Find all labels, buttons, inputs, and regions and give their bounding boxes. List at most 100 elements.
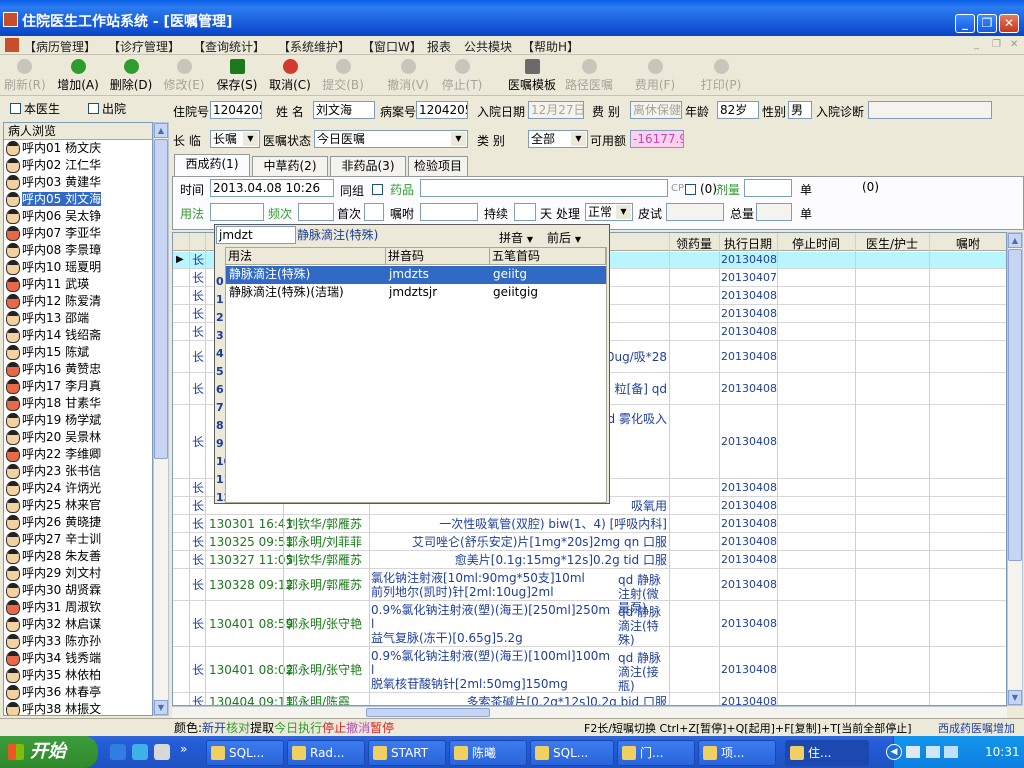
patient-list-item[interactable]: 呼内19 杨学斌 [4, 412, 152, 429]
network-icon[interactable] [944, 746, 958, 758]
menu-system[interactable]: 【系统维护】 [278, 38, 350, 55]
menu-query[interactable]: 【查询统计】 [193, 38, 265, 55]
first-dose-input[interactable] [364, 203, 384, 221]
table-row[interactable]: 长 130401 08:59 郭永明/张守艳 0.9%氯化钠注射液(塑)(海王)[25… [173, 602, 1006, 647]
patient-list-item[interactable]: 呼内18 甘素华 [4, 395, 152, 412]
patient-list-item[interactable]: 呼内29 刘文村 [4, 565, 152, 582]
table-row[interactable]: 长 130328 09:12 郭永明/郭雁苏 氯化钠注射液[10ml:90mg*50支… [173, 570, 1006, 615]
patient-list-item[interactable]: 呼内24 许炳光 [4, 480, 152, 497]
lookup-row[interactable]: 静脉滴注(特殊)(洁瑞) jmdztsjr geiitgig [226, 284, 606, 302]
task-chenxi[interactable]: 陈曦 [449, 740, 527, 766]
document-icon[interactable] [154, 744, 170, 760]
task-project[interactable]: 项... [698, 740, 776, 766]
patient-list-item[interactable]: 呼内25 林来官 [4, 497, 152, 514]
table-row[interactable]: 长 130327 11:05 刘钦华/郭雁苏 愈美片[0.1g:15mg*12s]0.… [173, 552, 1006, 569]
modify-button[interactable]: 修改(E) [162, 59, 206, 93]
patient-list-item[interactable]: 呼内20 吴景林 [4, 429, 152, 446]
patient-list-item[interactable]: 呼内02 江仁华 [4, 157, 152, 174]
task-hospital[interactable]: 住... [785, 740, 869, 766]
scroll-up-icon[interactable]: ▲ [154, 123, 168, 138]
mdi-restore-button[interactable]: ❐ [992, 39, 1001, 50]
grid-horizontal-scrollbar[interactable] [172, 706, 1007, 718]
patient-list-item[interactable]: 呼内03 黄建华 [4, 174, 152, 191]
patient-list-item[interactable]: 呼内23 张书信 [4, 463, 152, 480]
patient-list-item[interactable]: 呼内15 陈斌 [4, 344, 152, 361]
frequency-input[interactable] [298, 203, 334, 221]
chevron-more-icon[interactable]: » [180, 742, 187, 756]
patient-list-item[interactable]: 呼内12 陈爱清 [4, 293, 152, 310]
menu-treatment[interactable]: 【诊疗管理】 [108, 38, 180, 55]
patient-list-item[interactable]: 呼内16 黄赞忠 [4, 361, 152, 378]
name-field[interactable]: 刘文海 [313, 101, 375, 119]
group-checkbox[interactable] [372, 184, 383, 195]
keyboard-icon[interactable] [906, 746, 920, 758]
sex-field[interactable]: 男 [788, 101, 812, 119]
chat-icon[interactable] [926, 746, 940, 758]
patient-list-item[interactable]: 呼内05 刘文海 [4, 191, 152, 208]
task-start[interactable]: START [368, 740, 446, 766]
maximize-button[interactable]: ❐ [977, 14, 997, 33]
patient-list-item[interactable]: 呼内31 周淑钦 [4, 599, 152, 616]
revoke-button[interactable]: 撤消(V) [385, 59, 431, 93]
scroll-thumb[interactable] [1008, 249, 1022, 561]
submit-button[interactable]: 提交(B) [320, 59, 366, 93]
clock[interactable]: 10:31 [985, 736, 1020, 768]
my-doctor-checkbox[interactable]: 本医生 [10, 100, 60, 117]
scroll-up-icon[interactable]: ▲ [1008, 233, 1022, 248]
close-button[interactable]: ✕ [999, 14, 1019, 33]
tab-herbal-medicine[interactable]: 中草药(2) [252, 156, 328, 176]
menu-window[interactable]: 【窗口W】 [362, 38, 422, 55]
patient-list-item[interactable]: 呼内34 钱秀端 [4, 650, 152, 667]
table-row[interactable]: 长 130301 16:41 刘钦华/郭雁苏 一次性吸氧管(双腔) biw(1、4) … [173, 516, 1006, 533]
term-select[interactable]: 长嘱 ▼ [210, 130, 260, 148]
delete-button[interactable]: 删除(D) [108, 59, 154, 93]
path-order-button[interactable]: 路径医嘱 [562, 59, 616, 93]
patient-list-item[interactable]: 呼内06 吴太铮 [4, 208, 152, 225]
task-rad[interactable]: Rad... [287, 740, 365, 766]
minimize-button[interactable]: _ [955, 14, 975, 33]
patient-list-scrollbar[interactable]: ▲ ▼ [153, 122, 169, 716]
browser-icon[interactable] [132, 744, 148, 760]
time-field[interactable]: 2013.04.08 10:26 [210, 179, 334, 197]
patient-list-item[interactable]: 呼内27 辛士训 [4, 531, 152, 548]
save-button[interactable]: 保存(S) [215, 59, 259, 93]
task-sql-2[interactable]: SQL... [530, 740, 614, 766]
scroll-down-icon[interactable]: ▼ [1008, 690, 1022, 705]
table-row[interactable]: 长 130404 09:11 郭永明/陈霞 多索茶碱片[0.2g*12s]0.2g b… [173, 694, 1006, 705]
add-button[interactable]: 增加(A) [56, 59, 100, 93]
patient-list-item[interactable]: 呼内30 胡贤霖 [4, 582, 152, 599]
order-template-button[interactable]: 医嘱模板 [505, 59, 559, 93]
lookup-mode-select[interactable]: 拼音 ▼ [499, 229, 533, 246]
scroll-thumb[interactable] [154, 139, 168, 459]
inpatient-no-field[interactable]: 1204205 [210, 101, 262, 119]
duration-input[interactable] [514, 203, 536, 221]
mdi-close-button[interactable]: ✕ [1010, 39, 1018, 50]
patient-list-item[interactable]: 呼内35 林依柏 [4, 667, 152, 684]
patient-list-item[interactable]: 呼内26 黄晓捷 [4, 514, 152, 531]
lookup-row[interactable]: 静脉滴注(特殊) jmdzts geiitg [226, 266, 606, 284]
age-field[interactable]: 82岁 [717, 101, 759, 119]
chevron-down-icon[interactable]: ▼ [243, 132, 258, 146]
patient-list-item[interactable]: 呼内14 钱绍斋 [4, 327, 152, 344]
chevron-down-icon[interactable]: ▼ [571, 132, 586, 146]
patient-list-item[interactable]: 呼内01 杨文庆 [4, 140, 152, 157]
patient-list-item[interactable]: 呼内17 李月真 [4, 378, 152, 395]
print-button[interactable]: 打印(P) [698, 59, 744, 93]
patient-list-item[interactable]: 呼内38 林振文 [4, 701, 152, 715]
menu-report[interactable]: 报表 [427, 38, 451, 55]
table-row[interactable]: 长 130401 08:02 郭永明/张守艳 0.9%氯化钠注射液(塑)(海王)[10… [173, 648, 1006, 693]
lookup-input[interactable]: jmdzt [216, 226, 296, 244]
patient-list-item[interactable]: 呼内22 李维卿 [4, 446, 152, 463]
tray-expand-icon[interactable]: ◀ [886, 744, 902, 760]
task-sql-1[interactable]: SQL... [206, 740, 284, 766]
lookup-match-select[interactable]: 前后 ▼ [547, 229, 581, 246]
patient-list-item[interactable]: 呼内32 林启谋 [4, 616, 152, 633]
scroll-down-icon[interactable]: ▼ [154, 700, 168, 715]
patient-list-item[interactable]: 呼内11 武瑛 [4, 276, 152, 293]
patient-list-item[interactable]: 呼内28 朱友善 [4, 548, 152, 565]
patient-list-item[interactable]: 呼内36 林春亭 [4, 684, 152, 701]
case-no-field[interactable]: 1204205 [416, 101, 468, 119]
patient-list-item[interactable]: 呼内10 瑶夏明 [4, 259, 152, 276]
drug-input[interactable] [420, 179, 668, 197]
ie-icon[interactable] [110, 744, 126, 760]
